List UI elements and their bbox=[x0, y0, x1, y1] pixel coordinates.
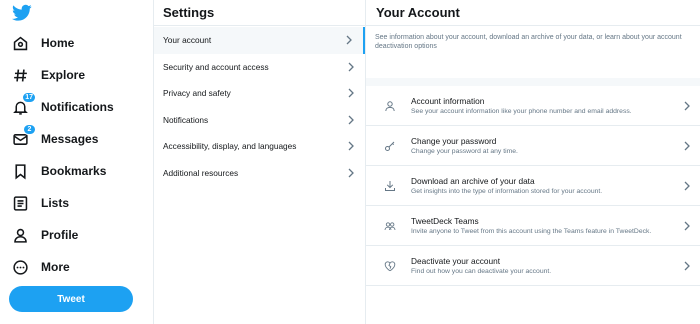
nav-label-more: More bbox=[41, 260, 70, 274]
more-circle-icon bbox=[10, 257, 30, 277]
chevron-right-icon bbox=[348, 62, 354, 72]
bookmark-icon bbox=[10, 161, 30, 181]
settings-item-label: Security and account access bbox=[163, 61, 269, 72]
chevron-right-icon bbox=[684, 221, 690, 230]
account-item-deactivate[interactable]: Deactivate your account Find out how you… bbox=[366, 246, 700, 286]
settings-item-label: Your account bbox=[163, 35, 212, 46]
settings-title: Settings bbox=[154, 0, 365, 26]
account-item-subtitle: Get insights into the type of informatio… bbox=[411, 188, 603, 195]
settings-item-additional-resources[interactable]: Additional resources bbox=[154, 160, 365, 187]
settings-item-label: Accessibility, display, and languages bbox=[163, 141, 297, 152]
download-icon bbox=[385, 180, 395, 191]
tweet-button[interactable]: Tweet bbox=[9, 286, 133, 312]
account-item-subtitle: Invite anyone to Tweet from this account… bbox=[411, 228, 652, 235]
list-icon bbox=[10, 193, 30, 213]
notifications-badge: 17 bbox=[22, 92, 36, 103]
nav-profile[interactable]: Profile bbox=[10, 222, 78, 248]
nav-more[interactable]: More bbox=[10, 254, 70, 280]
nav-label-lists: Lists bbox=[41, 196, 70, 210]
account-item-subtitle: See your account information like your p… bbox=[411, 108, 632, 115]
nav-label-bookmarks: Bookmarks bbox=[41, 164, 107, 178]
settings-item-notifications[interactable]: Notifications bbox=[154, 107, 365, 134]
chevron-right-icon bbox=[348, 88, 354, 98]
settings-item-label: Privacy and safety bbox=[163, 88, 231, 99]
nav-home[interactable]: Home bbox=[10, 30, 74, 56]
nav-notifications[interactable]: 17 Notifications bbox=[10, 92, 114, 120]
nav-lists[interactable]: Lists bbox=[10, 190, 69, 216]
people-icon bbox=[384, 221, 396, 230]
settings-item-security[interactable]: Security and account access bbox=[154, 54, 365, 81]
envelope-icon: 2 bbox=[10, 124, 36, 149]
account-item-title: Change your password bbox=[411, 136, 497, 146]
account-title: Your Account bbox=[366, 0, 700, 26]
left-nav: Home Explore 17 Notifications 2 Messages… bbox=[0, 0, 153, 324]
nav-label-notifications: Notifications bbox=[41, 100, 114, 114]
hashtag-icon bbox=[10, 65, 30, 85]
nav-explore[interactable]: Explore bbox=[10, 62, 85, 88]
settings-column: Settings Your account Security and accou… bbox=[153, 0, 366, 324]
nav-label-profile: Profile bbox=[41, 228, 79, 242]
settings-item-your-account[interactable]: Your account bbox=[154, 27, 365, 54]
account-item-change-password[interactable]: Change your password Change your passwor… bbox=[366, 126, 700, 166]
person-icon bbox=[10, 225, 30, 245]
account-item-title: Account information bbox=[411, 96, 485, 106]
settings-item-privacy[interactable]: Privacy and safety bbox=[154, 80, 365, 107]
person-icon bbox=[385, 100, 395, 111]
nav-label-messages: Messages bbox=[41, 132, 99, 146]
account-column: Your Account See information about your … bbox=[366, 0, 700, 324]
chevron-right-icon bbox=[684, 141, 690, 150]
twitter-bird-icon[interactable] bbox=[12, 4, 32, 22]
chevron-right-icon bbox=[684, 181, 690, 190]
chevron-right-icon bbox=[684, 101, 690, 110]
bell-icon: 17 bbox=[10, 92, 36, 117]
chevron-right-icon bbox=[348, 115, 354, 125]
account-item-subtitle: Find out how you can deactivate your acc… bbox=[411, 268, 552, 275]
settings-item-accessibility[interactable]: Accessibility, display, and languages bbox=[154, 133, 365, 160]
messages-badge: 2 bbox=[23, 124, 36, 135]
home-icon bbox=[10, 33, 30, 53]
account-item-information[interactable]: Account information See your account inf… bbox=[366, 86, 700, 126]
account-item-title: Download an archive of your data bbox=[411, 176, 535, 186]
settings-item-label: Additional resources bbox=[163, 167, 239, 178]
settings-item-label: Notifications bbox=[163, 114, 209, 125]
account-item-title: TweetDeck Teams bbox=[411, 216, 479, 226]
key-icon bbox=[385, 141, 395, 151]
nav-messages[interactable]: 2 Messages bbox=[10, 124, 99, 152]
chevron-right-icon bbox=[348, 141, 354, 151]
nav-label-home: Home bbox=[41, 36, 75, 50]
chevron-right-icon bbox=[346, 35, 352, 45]
chevron-right-icon bbox=[348, 168, 354, 178]
account-item-download-archive[interactable]: Download an archive of your data Get ins… bbox=[366, 166, 700, 206]
nav-label-explore: Explore bbox=[41, 68, 86, 82]
account-item-tweetdeck-teams[interactable]: TweetDeck Teams Invite anyone to Tweet f… bbox=[366, 206, 700, 246]
account-item-subtitle: Change your password at any time. bbox=[411, 148, 518, 155]
nav-bookmarks[interactable]: Bookmarks bbox=[10, 158, 106, 184]
account-item-title: Deactivate your account bbox=[411, 256, 501, 266]
chevron-right-icon bbox=[684, 261, 690, 270]
broken-heart-icon bbox=[384, 260, 396, 271]
account-intro: See information about your account, down… bbox=[366, 26, 700, 86]
